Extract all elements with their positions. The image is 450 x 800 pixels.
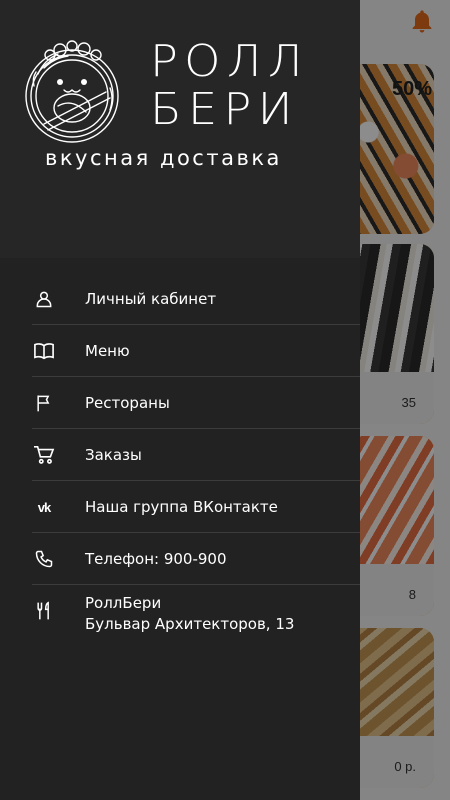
brand-title: РОЛЛ БЕРИ: [150, 38, 309, 134]
menu-item-menu[interactable]: Меню: [0, 325, 360, 377]
drawer-menu: Личный кабинет Меню Рестораны Заказы vk …: [0, 273, 360, 649]
phone-icon: [32, 547, 56, 571]
restaurant-address: РоллБери Бульвар Архитекторов, 13: [85, 593, 294, 635]
cart-icon: [32, 443, 56, 467]
restaurant-street: Бульвар Архитекторов, 13: [85, 615, 295, 633]
sushi-mascot-logo: [25, 40, 119, 143]
menu-item-label: Телефон: 900-900: [85, 550, 227, 568]
navigation-drawer: РОЛЛ БЕРИ вкусная доставка Личный кабине…: [0, 0, 360, 800]
menu-item-label: Меню: [85, 342, 130, 360]
menu-item-label: Личный кабинет: [85, 290, 217, 308]
person-icon: [32, 287, 56, 311]
book-icon: [32, 339, 56, 363]
menu-item-restaurants[interactable]: Рестораны: [0, 377, 360, 429]
menu-item-label: Наша группа ВКонтакте: [85, 498, 278, 516]
restaurant-icon: [32, 599, 56, 623]
brand-subtitle: вкусная доставка: [45, 146, 282, 170]
flag-icon: [32, 391, 56, 415]
drawer-header: РОЛЛ БЕРИ вкусная доставка: [0, 0, 360, 258]
brand-title-line-2: БЕРИ: [150, 84, 299, 135]
restaurant-name: РоллБери: [85, 594, 162, 612]
brand-title-line-1: РОЛЛ: [150, 36, 309, 87]
menu-item-restaurant-address[interactable]: РоллБери Бульвар Архитекторов, 13: [0, 585, 360, 649]
menu-item-label: Заказы: [85, 446, 142, 464]
menu-item-phone[interactable]: Телефон: 900-900: [0, 533, 360, 585]
menu-item-label: Рестораны: [85, 394, 170, 412]
vk-icon: vk: [37, 499, 52, 515]
menu-item-vk-group[interactable]: vk Наша группа ВКонтакте: [0, 481, 360, 533]
menu-item-orders[interactable]: Заказы: [0, 429, 360, 481]
menu-item-account[interactable]: Личный кабинет: [0, 273, 360, 325]
